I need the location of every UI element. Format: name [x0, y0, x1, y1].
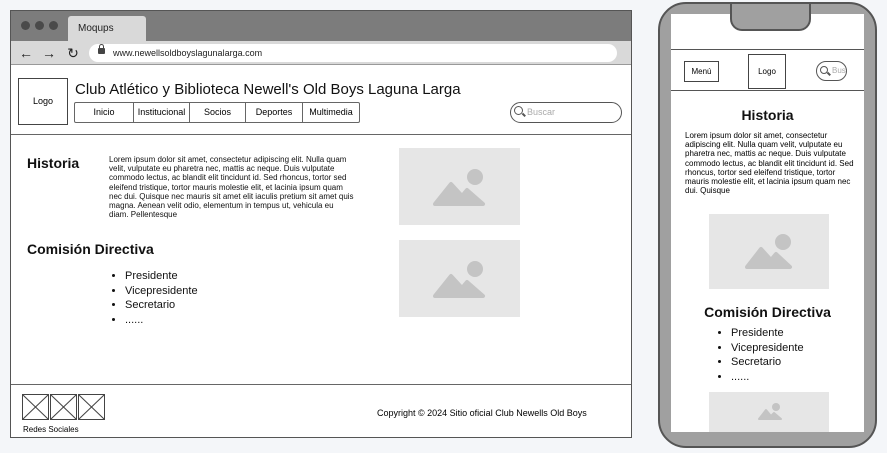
main-nav: Inicio Institucional Socios Deportes Mul…: [74, 102, 360, 123]
forward-arrow-icon[interactable]: →: [41, 43, 57, 63]
phone-screen: Menú Logo Buscar Historia Lorem ipsum do…: [671, 14, 864, 432]
mobile-search-input[interactable]: Buscar: [816, 61, 847, 81]
window-close-dot[interactable]: [21, 21, 30, 30]
nav-item-deportes[interactable]: Deportes: [246, 103, 303, 122]
address-bar[interactable]: www.newellsoldboyslagunalarga.com: [89, 44, 617, 62]
placeholder-x-icon: [78, 394, 105, 420]
browser-title-bar: Moqups: [11, 11, 631, 41]
site-title: Club Atlético y Biblioteca Newell's Old …: [75, 81, 461, 98]
social-label: Redes Sociales: [23, 425, 79, 434]
placeholder-x-icon: [50, 394, 77, 420]
image-placeholder: [399, 148, 520, 225]
comision-list: Presidente Vicepresidente Secretario ...…: [111, 269, 198, 327]
mobile-search-placeholder: Buscar: [832, 66, 846, 75]
mobile-comision-heading: Comisión Directiva: [704, 304, 831, 320]
list-item: Secretario: [731, 355, 804, 370]
historia-heading: Historia: [27, 155, 80, 171]
historia-text: Lorem ipsum dolor sit amet, consectetur …: [109, 155, 354, 220]
lock-icon: [98, 44, 105, 54]
window-maximize-dot[interactable]: [49, 21, 58, 30]
search-placeholder: Buscar: [527, 107, 556, 117]
image-icon: [433, 169, 485, 206]
browser-tab[interactable]: Moqups: [68, 16, 146, 41]
image-icon: [433, 261, 485, 298]
list-item: Vicepresidente: [125, 284, 198, 299]
browser-window: Moqups ← → ↻ www.newellsoldboyslagunalar…: [10, 10, 632, 438]
nav-item-socios[interactable]: Socios: [190, 103, 246, 122]
phone-frame: Menú Logo Buscar Historia Lorem ipsum do…: [658, 2, 877, 448]
phone-notch: [730, 4, 811, 31]
nav-item-institucional[interactable]: Institucional: [134, 103, 190, 122]
list-item: ......: [125, 313, 198, 328]
placeholder-x-icon: [22, 394, 49, 420]
address-bar-url: www.newellsoldboyslagunalarga.com: [113, 48, 263, 58]
image-icon: [758, 403, 782, 420]
search-icon: [514, 106, 523, 115]
comision-heading: Comisión Directiva: [27, 241, 154, 257]
search-icon: [820, 66, 828, 74]
site-footer: Redes Sociales Copyright © 2024 Sitio of…: [11, 384, 631, 437]
site-logo[interactable]: Logo: [18, 78, 68, 125]
list-item: Presidente: [125, 269, 198, 284]
mobile-historia-text: Lorem ipsum dolor sit amet, consectetur …: [685, 131, 854, 196]
browser-tab-label: Moqups: [78, 23, 114, 34]
nav-item-inicio[interactable]: Inicio: [75, 103, 134, 122]
search-input[interactable]: Buscar: [510, 102, 622, 123]
list-item: Secretario: [125, 298, 198, 313]
site-header: Logo Club Atlético y Biblioteca Newell's…: [11, 65, 631, 135]
image-icon: [745, 234, 792, 269]
back-arrow-icon[interactable]: ←: [18, 43, 34, 63]
social-icon[interactable]: [78, 394, 105, 420]
social-icon[interactable]: [50, 394, 77, 420]
nav-item-multimedia[interactable]: Multimedia: [303, 103, 359, 122]
mobile-header: Menú Logo Buscar: [671, 49, 864, 91]
list-item: Presidente: [731, 326, 804, 341]
image-placeholder: [709, 214, 829, 289]
mobile-logo[interactable]: Logo: [748, 54, 786, 89]
image-placeholder: [399, 240, 520, 317]
image-placeholder: [709, 392, 829, 432]
reload-icon[interactable]: ↻: [65, 43, 81, 63]
social-icon[interactable]: [22, 394, 49, 420]
copyright-text: Copyright © 2024 Sitio oficial Club Newe…: [377, 408, 587, 418]
window-minimize-dot[interactable]: [35, 21, 44, 30]
browser-nav-bar: ← → ↻ www.newellsoldboyslagunalarga.com: [11, 41, 631, 65]
mobile-comision-list: Presidente Vicepresidente Secretario ...…: [717, 326, 804, 384]
mobile-historia-heading: Historia: [741, 107, 794, 123]
list-item: ......: [731, 370, 804, 385]
list-item: Vicepresidente: [731, 341, 804, 356]
mobile-menu-button[interactable]: Menú: [684, 61, 719, 82]
